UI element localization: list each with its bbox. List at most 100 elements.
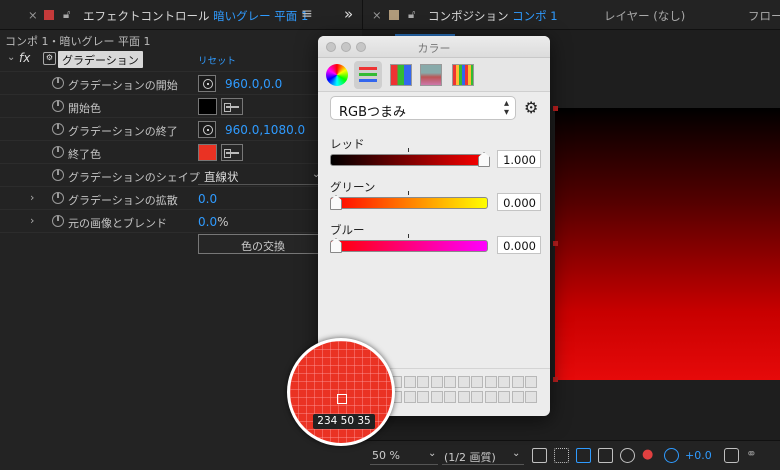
swatch-well[interactable]: [471, 376, 483, 388]
swatch-well[interactable]: [417, 391, 429, 403]
param-value[interactable]: 960.0,1080.0: [225, 123, 305, 137]
start-color-swatch[interactable]: [198, 98, 217, 115]
swatch-well[interactable]: [444, 391, 456, 403]
crosshair-point-icon[interactable]: [198, 121, 216, 138]
close-tab-icon[interactable]: ×: [28, 8, 38, 22]
swatch-well[interactable]: [484, 376, 497, 388]
chevron-down-icon: ⌄: [512, 448, 521, 459]
stopwatch-icon[interactable]: [52, 215, 64, 227]
stopwatch-icon[interactable]: [52, 77, 64, 89]
slider-label-red: レッド: [330, 137, 365, 151]
composition-preview[interactable]: [555, 108, 780, 380]
reset-link[interactable]: リセット: [198, 53, 236, 67]
stopwatch-icon[interactable]: [52, 192, 64, 204]
reset-exposure-icon[interactable]: [664, 448, 679, 463]
collapse-chevron-icon[interactable]: ⌄: [7, 52, 15, 63]
swatch-well[interactable]: [511, 376, 524, 388]
swatch-well[interactable]: [444, 376, 456, 388]
quality-dropdown[interactable]: (1/2 画質) ⌄: [442, 448, 524, 465]
mask-visibility-icon[interactable]: [576, 448, 591, 463]
swatch-well[interactable]: [403, 391, 416, 403]
comp-color-label: [389, 10, 399, 20]
color-sliders-tab[interactable]: [354, 61, 382, 89]
zoom-dropdown[interactable]: 50 % ⌄: [370, 448, 438, 465]
end-color-swatch[interactable]: [198, 144, 217, 161]
slider-track-blue[interactable]: [330, 240, 488, 252]
show-snapshot-icon[interactable]: ⚭: [746, 447, 757, 462]
param-label: グラデーションのシェイプ: [68, 171, 200, 184]
close-comp-tab-icon[interactable]: ×: [372, 8, 382, 22]
param-value[interactable]: 960.0,0.0: [225, 77, 282, 91]
crosshair-point-icon[interactable]: [198, 75, 216, 92]
fast-preview-icon[interactable]: [532, 448, 547, 463]
fx-toggle[interactable]: fx: [19, 51, 30, 65]
panel-menu-icon[interactable]: ≡: [301, 6, 313, 22]
effect-name[interactable]: グラデーション: [58, 51, 143, 68]
blue-value-field[interactable]: 0.000: [497, 236, 541, 254]
rgb-channel-icon[interactable]: ●: [642, 447, 653, 462]
param-row-gradient-end: グラデーションの終了 960.0,1080.0: [0, 118, 362, 141]
swatch-well[interactable]: [430, 391, 443, 403]
camera-icon[interactable]: [724, 448, 739, 463]
param-label: 開始色: [68, 102, 101, 115]
color-window-titlebar[interactable]: カラー: [318, 36, 550, 58]
param-unit: %: [217, 215, 229, 229]
eyedropper-icon[interactable]: [221, 98, 243, 115]
swatch-well[interactable]: [430, 376, 443, 388]
tab-flow[interactable]: フロー: [748, 8, 780, 24]
swatch-well[interactable]: [511, 391, 524, 403]
param-value[interactable]: 0.0: [198, 192, 217, 206]
swatch-well[interactable]: [525, 376, 537, 388]
slider-track-green[interactable]: [330, 197, 488, 209]
swatch-well[interactable]: [417, 376, 429, 388]
red-value-field[interactable]: 1.000: [497, 150, 541, 168]
color-mode-select[interactable]: RGBつまみ ▴ ▾: [330, 96, 516, 120]
tab-effect-layer-name: 暗いグレー 平面 1: [213, 9, 309, 23]
gear-icon[interactable]: ⚙︎: [524, 98, 538, 117]
color-palettes-icon[interactable]: [390, 64, 412, 86]
eyedropper-icon[interactable]: [221, 144, 243, 161]
swatch-well[interactable]: [484, 391, 497, 403]
slider-label-blue: ブルー: [330, 223, 365, 237]
swatch-well[interactable]: [457, 376, 470, 388]
swap-colors-button[interactable]: 色の交換: [198, 234, 328, 254]
lock-icon[interactable]: 🔓︎: [63, 7, 70, 22]
tab-effect-controls[interactable]: エフェクトコントロール 暗いグレー 平面 1: [83, 8, 308, 24]
swatch-well[interactable]: [498, 376, 510, 388]
crayons-icon[interactable]: [452, 64, 474, 86]
transparency-grid-icon[interactable]: [554, 448, 569, 463]
slider-track-red[interactable]: [330, 154, 488, 166]
color-loupe: 234 50 35: [287, 338, 395, 446]
swatch-well[interactable]: [403, 376, 416, 388]
handle-marker[interactable]: [553, 241, 558, 246]
stopwatch-icon[interactable]: [52, 169, 64, 181]
divider: [362, 0, 363, 30]
swatch-well[interactable]: [471, 391, 483, 403]
tab-composition[interactable]: コンポジション コンポ 1: [428, 8, 558, 24]
swatch-well[interactable]: [525, 391, 537, 403]
handle-marker[interactable]: [553, 377, 558, 382]
shape-dropdown[interactable]: 直線状 ⌄: [198, 166, 328, 185]
color-wheel-icon[interactable]: [326, 64, 348, 86]
image-palettes-icon[interactable]: [420, 64, 442, 86]
param-value[interactable]: 0.0: [198, 215, 217, 229]
tab-layer[interactable]: レイヤー (なし): [604, 8, 685, 24]
stopwatch-icon[interactable]: [52, 146, 64, 158]
expand-chevron-icon[interactable]: ›: [30, 214, 34, 227]
expand-chevron-icon[interactable]: ›: [30, 191, 34, 204]
stopwatch-icon[interactable]: [52, 123, 64, 135]
expand-panels-icon[interactable]: »: [344, 5, 353, 23]
stopwatch-icon[interactable]: [52, 100, 64, 112]
green-value-field[interactable]: 0.000: [497, 193, 541, 211]
region-of-interest-icon[interactable]: [598, 448, 613, 463]
slider-label-green: グリーン: [330, 180, 376, 194]
swatch-well[interactable]: [457, 391, 470, 403]
comp-lock-icon[interactable]: 🔓︎: [408, 7, 415, 22]
guides-icon[interactable]: [620, 448, 635, 463]
swatch-well[interactable]: [498, 391, 510, 403]
breadcrumb: コンポ 1・暗いグレー 平面 1: [5, 35, 151, 48]
handle-marker[interactable]: [553, 106, 558, 111]
slider-tick: [408, 234, 409, 238]
exposure-value[interactable]: +0.0: [685, 449, 712, 462]
effect-preset-icon: ⚙︎: [43, 52, 56, 65]
